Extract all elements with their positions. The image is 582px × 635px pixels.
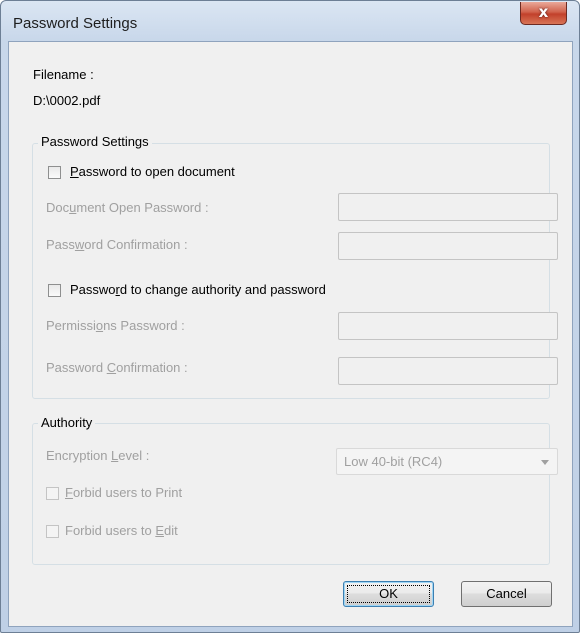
filename-label: Filename :	[33, 67, 94, 82]
open-password-confirmation-input[interactable]	[338, 232, 558, 260]
forbid-print-checkbox[interactable]	[46, 487, 59, 500]
title-bar[interactable]: Password Settings x	[1, 1, 579, 41]
dialog-window: Password Settings x Filename : D:\0002.p…	[0, 0, 580, 633]
forbid-edit-checkbox[interactable]	[46, 525, 59, 538]
password-open-checkbox-label[interactable]: Password to open document	[70, 164, 235, 179]
close-icon: x	[538, 3, 549, 21]
ok-button[interactable]: OK	[343, 581, 434, 607]
focus-rectangle	[347, 585, 430, 603]
cancel-button[interactable]: Cancel	[461, 581, 552, 607]
change-authority-checkbox[interactable]	[48, 284, 61, 297]
change-authority-checkbox-label[interactable]: Password to change authority and passwor…	[70, 282, 326, 297]
authority-group-title: Authority	[38, 415, 96, 430]
cancel-button-label: Cancel	[486, 586, 527, 601]
password-settings-group-title: Password Settings	[38, 134, 152, 149]
encryption-level-value: Low 40-bit (RC4)	[344, 454, 443, 469]
forbid-print-label[interactable]: Forbid users to Print	[65, 485, 182, 500]
password-open-checkbox[interactable]	[48, 166, 61, 179]
permissions-confirmation-label: Password Confirmation :	[46, 360, 188, 375]
chevron-down-icon	[541, 460, 549, 465]
document-open-password-label: Document Open Password :	[46, 200, 209, 215]
dialog-body: Filename : D:\0002.pdf Password Settings…	[8, 41, 573, 627]
forbid-edit-label[interactable]: Forbid users to Edit	[65, 523, 178, 538]
permissions-password-input[interactable]	[338, 312, 558, 340]
filename-value: D:\0002.pdf	[33, 93, 101, 108]
permissions-password-label: Permissions Password :	[46, 318, 185, 333]
encryption-level-label: Encryption Level :	[46, 448, 150, 463]
close-button[interactable]: x	[520, 2, 567, 25]
document-open-password-input[interactable]	[338, 193, 558, 221]
encryption-level-select[interactable]: Low 40-bit (RC4)	[336, 448, 558, 475]
window-title: Password Settings	[13, 15, 138, 32]
permissions-confirmation-input[interactable]	[338, 357, 558, 385]
open-password-confirmation-label: Password Confirmation :	[46, 237, 188, 252]
